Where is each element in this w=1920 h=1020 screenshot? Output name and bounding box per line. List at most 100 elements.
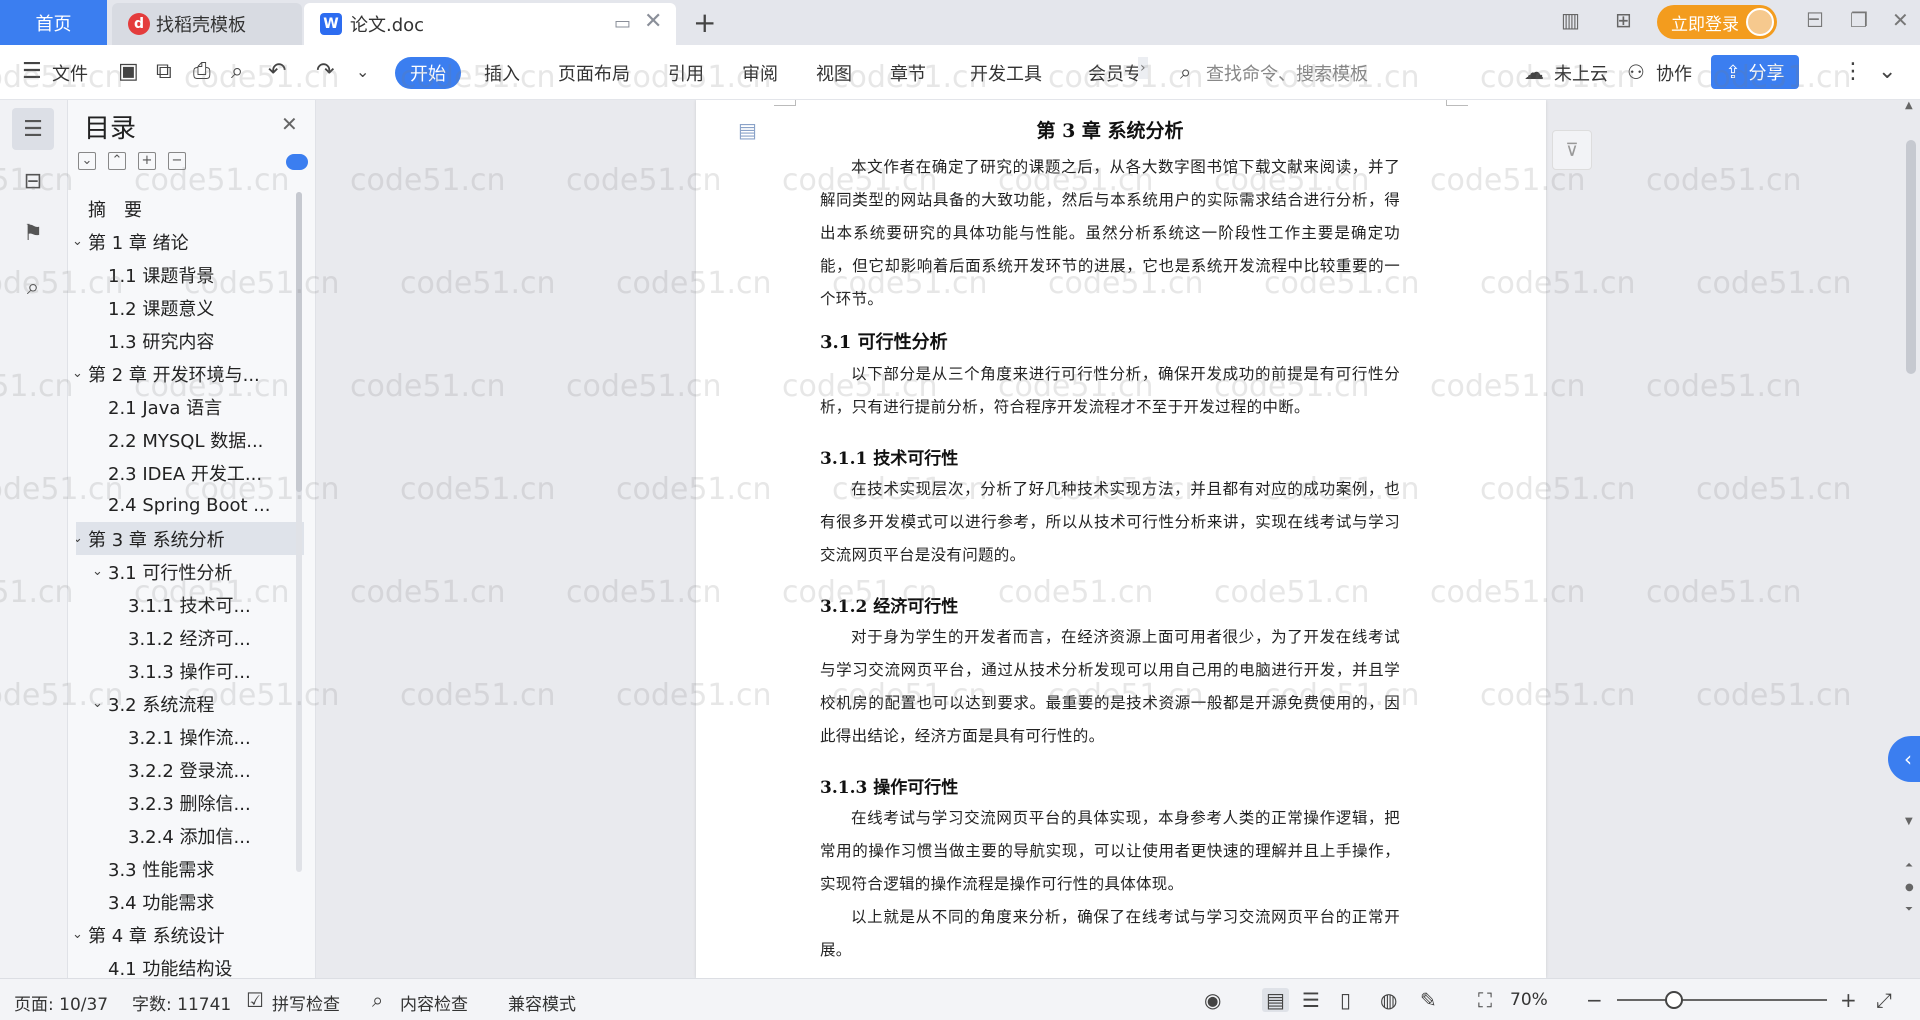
bookmark-icon[interactable]: ⚑ <box>12 212 54 254</box>
ribbon-tab-insert[interactable]: 插入 <box>484 60 520 86</box>
ribbon-tab-references[interactable]: 引用 <box>668 60 704 86</box>
toc-item[interactable]: ⌄ 第 1 章 绪论 <box>68 225 315 258</box>
toc-item[interactable]: 2.4 Spring Boot ... <box>68 489 315 522</box>
tab-templates[interactable]: d 找稻壳模板 <box>112 3 302 45</box>
toc-item[interactable]: 3.2.1 操作流... <box>68 720 315 753</box>
toc-item[interactable]: ⌄ 第 2 章 开发环境与... <box>68 357 315 390</box>
zoom-level[interactable]: 70% <box>1510 990 1548 1010</box>
scroll-down-icon[interactable]: ▼ <box>1905 816 1913 827</box>
close-tab-icon[interactable]: ✕ <box>644 9 662 34</box>
scroll-up-icon[interactable]: ▲ <box>1905 100 1913 111</box>
restore-window-icon[interactable]: ❐ <box>1850 8 1868 32</box>
new-tab-icon[interactable]: + <box>693 6 716 39</box>
layout-toggle-icon[interactable]: ▥ <box>1561 8 1580 32</box>
collapse-ribbon-icon[interactable]: ⌄ <box>1878 59 1896 84</box>
cloud-icon[interactable]: ☁ <box>1524 60 1544 84</box>
hamburger-menu-icon[interactable]: ☰ <box>22 59 42 84</box>
toc-item[interactable]: ⌄ 第 4 章 系统设计 <box>68 918 315 951</box>
close-window-icon[interactable]: ✕ <box>1892 8 1909 32</box>
document-body[interactable]: 第 3 章 系统分析 本文作者在确定了研究的课题之后，从各大数字图书馆下载文献来… <box>820 110 1400 967</box>
next-page-icon[interactable]: ⏷ <box>1905 904 1913 915</box>
expand-caret-icon[interactable]: ⌄ <box>72 366 83 381</box>
eye-protect-icon[interactable]: ◉ <box>1204 988 1221 1012</box>
page-menu-icon[interactable]: ▤ <box>738 118 757 142</box>
navigation-icon[interactable]: ⊟ <box>12 160 54 202</box>
toc-item[interactable]: 4.1 功能结构设 <box>68 951 315 979</box>
toc-item[interactable]: 3.1.1 技术可... <box>68 588 315 621</box>
zoom-slider[interactable] <box>1617 999 1827 1001</box>
expand-caret-icon[interactable]: ⌄ <box>72 927 83 942</box>
toc-item[interactable]: 1.2 课题意义 <box>68 291 315 324</box>
expand-caret-icon[interactable]: ⌄ <box>92 564 103 579</box>
login-button[interactable]: 立即登录 <box>1657 5 1777 39</box>
toc-item[interactable]: 2.1 Java 语言 <box>68 390 315 423</box>
tab-home[interactable]: 首页 <box>0 0 107 45</box>
collab-icon[interactable]: ⚇ <box>1627 60 1645 84</box>
undo-icon[interactable]: ↶ <box>268 59 286 84</box>
toc-item[interactable]: 3.2.4 添加信... <box>68 819 315 852</box>
toc-item[interactable]: ⌄ 3.2 系统流程 <box>68 687 315 720</box>
command-search-input[interactable]: 查找命令、搜索模板 <box>1206 60 1368 86</box>
document-page[interactable]: ▤ 第 3 章 系统分析 本文作者在确定了研究的课题之后，从各大数字图书馆下载文… <box>696 100 1546 978</box>
page-view-icon[interactable]: ▤ <box>1262 988 1289 1012</box>
vertical-scrollbar[interactable]: ▲ ▼ ⏶ ● ⏷ <box>1900 100 1920 978</box>
select-browse-icon[interactable]: ● <box>1905 882 1914 893</box>
collab-button[interactable]: 协作 <box>1656 60 1692 86</box>
zoom-in-icon[interactable]: + <box>1840 988 1857 1012</box>
ribbon-tab-page-layout[interactable]: 页面布局 <box>558 60 630 86</box>
expand-caret-icon[interactable]: ⌄ <box>72 234 83 249</box>
print-icon[interactable]: ⎙ <box>193 59 211 84</box>
collapse-toolbar-icon[interactable]: ⊽ <box>1552 130 1592 170</box>
redo-icon[interactable]: ↷ <box>316 59 334 84</box>
outline-panel-icon[interactable]: ☰ <box>12 108 54 150</box>
share-button[interactable]: ⇪ 分享 <box>1711 55 1799 89</box>
toc-item[interactable]: 2.2 MYSQL 数据... <box>68 423 315 456</box>
close-outline-icon[interactable]: ✕ <box>281 112 298 136</box>
remove-heading-icon[interactable]: − <box>168 152 186 170</box>
outline-view-icon[interactable]: ☰ <box>1302 988 1320 1012</box>
print-preview-icon[interactable]: ⌕ <box>231 59 243 84</box>
ribbon-tab-start[interactable]: 开始 <box>395 57 461 89</box>
prev-page-icon[interactable]: ⏶ <box>1905 860 1913 871</box>
minimize-window-icon[interactable]: – <box>1808 4 1820 32</box>
find-icon[interactable]: ⌕ <box>12 266 54 308</box>
page-count[interactable]: 页面: 10/37 <box>14 990 108 1015</box>
search-icon[interactable]: ⌕ <box>1180 60 1191 84</box>
toc-item[interactable]: 3.4 功能需求 <box>68 885 315 918</box>
zoom-out-icon[interactable]: − <box>1586 988 1603 1012</box>
toc-item[interactable]: 3.3 性能需求 <box>68 852 315 885</box>
pin-window-icon[interactable]: ▭ <box>614 13 631 34</box>
expand-caret-icon[interactable]: ⌄ <box>76 531 83 546</box>
ribbon-tab-review[interactable]: 审阅 <box>742 60 778 86</box>
expand-caret-icon[interactable]: ⌄ <box>92 696 103 711</box>
toc-item[interactable]: 3.1.2 经济可... <box>68 621 315 654</box>
content-check-button[interactable]: 内容检查 <box>400 990 468 1015</box>
toc-item[interactable]: 1.1 课题背景 <box>68 258 315 291</box>
add-heading-icon[interactable]: + <box>138 152 156 170</box>
toc-item[interactable]: 3.1.3 操作可... <box>68 654 315 687</box>
outline-scrollbar[interactable] <box>296 192 302 872</box>
collapse-all-icon[interactable]: ⌄ <box>78 152 96 170</box>
zoom-slider-knob[interactable] <box>1664 991 1683 1009</box>
toc-item[interactable]: 2.3 IDEA 开发工... <box>68 456 315 489</box>
cloud-status[interactable]: 未上云 <box>1554 60 1608 86</box>
save-icon[interactable]: ▣ <box>118 59 139 84</box>
fullscreen-icon[interactable]: ⤢ <box>1876 988 1892 1012</box>
ai-assistant-icon[interactable] <box>286 154 308 170</box>
ribbon-tab-member[interactable]: 会员专 <box>1088 60 1142 86</box>
apps-grid-icon[interactable]: ⊞ <box>1615 8 1632 32</box>
fit-page-icon[interactable]: ⛶ <box>1478 988 1492 1012</box>
scroll-thumb[interactable] <box>1906 140 1916 374</box>
export-pdf-icon[interactable]: ⧉ <box>156 59 172 84</box>
tab-document[interactable]: W 论文.doc ▭ ✕ <box>304 3 676 45</box>
quick-access-dropdown-icon[interactable]: ⌄ <box>356 62 369 81</box>
web-view-icon[interactable]: ◍ <box>1380 988 1397 1012</box>
toc-item[interactable]: 摘 要 <box>68 192 315 225</box>
toc-item[interactable]: ⌄ 第 3 章 系统分析 <box>76 522 304 555</box>
toc-item[interactable]: 1.3 研究内容 <box>68 324 315 357</box>
toc-item[interactable]: 3.2.3 删除信... <box>68 786 315 819</box>
toc-item[interactable]: 3.2.2 登录流... <box>68 753 315 786</box>
spell-check-button[interactable]: 拼写检查 <box>272 990 340 1015</box>
ribbon-tab-section[interactable]: 章节 <box>890 60 926 86</box>
write-mode-icon[interactable]: ✎ <box>1420 988 1437 1012</box>
